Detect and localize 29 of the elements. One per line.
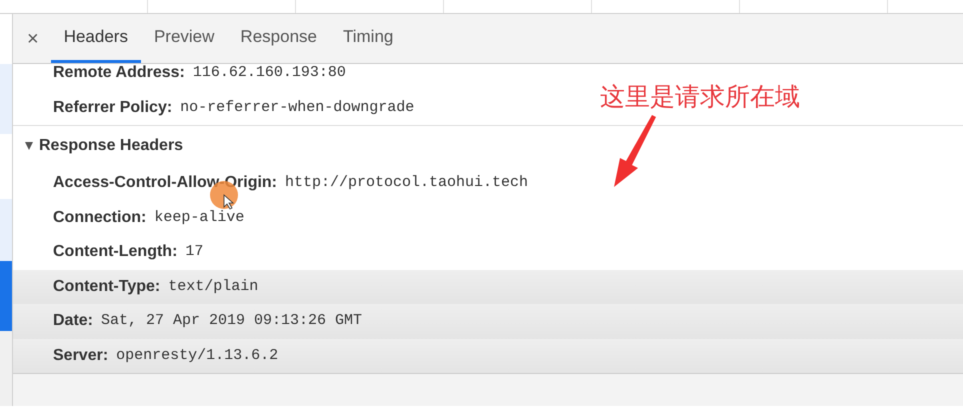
header-name: Access-Control-Allow-Origin: — [53, 173, 278, 194]
list-row[interactable] — [0, 261, 12, 331]
section-title[interactable]: Response Headers — [39, 134, 184, 158]
list-row[interactable] — [0, 199, 12, 261]
header-name: Content-Type: — [53, 276, 160, 297]
header-value: text/plain — [168, 276, 258, 296]
close-button[interactable]: × — [27, 14, 51, 63]
annotation-text: 这里是请求所在域 — [600, 81, 800, 113]
header-value: http://protocol.taohui.tech — [285, 173, 528, 193]
header-name: Referrer Policy: — [53, 98, 172, 118]
tab[interactable]: Response — [227, 14, 330, 63]
header-name: Server: — [53, 346, 108, 366]
tab[interactable]: Timing — [330, 14, 406, 63]
annotation-arrow — [614, 115, 656, 187]
header-name: Remote Address: — [53, 63, 185, 84]
header-value: no-referrer-when-downgrade — [180, 98, 414, 118]
header-name: Connection: — [53, 208, 146, 228]
header-value: openresty/1.13.6.2 — [116, 346, 278, 366]
header-value: Sat, 27 Apr 2019 09:13:26 GMT — [101, 311, 362, 331]
list-row[interactable] — [0, 64, 12, 134]
header-value: 116.62.160.193:80 — [192, 63, 346, 83]
expand-triangle-icon[interactable] — [25, 142, 33, 150]
tab[interactable]: Preview — [140, 14, 228, 63]
tab[interactable]: Headers — [50, 14, 141, 63]
header-value: 17 — [185, 242, 204, 262]
header-name: Date: — [53, 311, 94, 332]
header-name: Content-Length: — [53, 242, 178, 262]
list-row[interactable] — [0, 331, 12, 406]
header-value: keep-alive — [154, 208, 244, 228]
